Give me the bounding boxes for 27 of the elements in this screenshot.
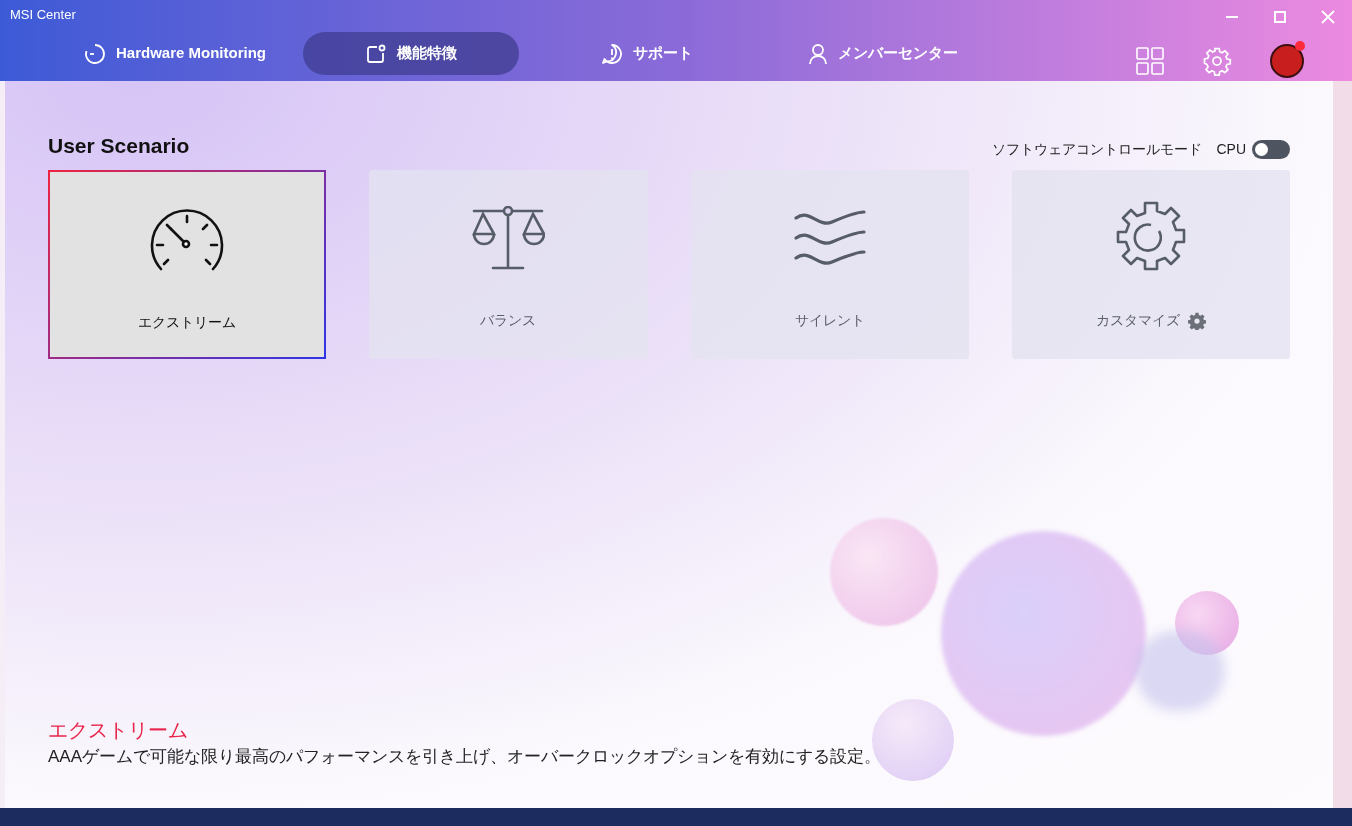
speedometer-icon [150,208,225,272]
maximize-icon [1274,11,1286,23]
gauge-icon [84,42,106,65]
description-text: AAAゲームで可能な限り最高のパフォーマンスを引き上げ、オーバークロックオプションを有効にする設定。 [48,746,883,768]
settings-icon[interactable] [1187,311,1206,330]
balance-scale-icon [471,206,546,270]
description-title: エクストリーム [48,718,189,743]
nav-tab[interactable]: サポート [539,32,755,75]
mode-label: ソフトウェアコントロールモード [992,139,1203,159]
nav-tab[interactable]: Hardware Monitoring [67,32,283,75]
section-title: User Scenario [48,133,190,160]
waves-icon [792,210,867,266]
nav-tab[interactable]: メンバーセンター [775,32,991,75]
nav-tab[interactable]: 機能特徴 [303,32,519,75]
scenario-card[interactable]: カスタマイズ [1011,170,1290,359]
scenario-card[interactable]: バランス [369,170,648,359]
window-title: MSI Center [10,6,76,24]
window-dot-icon [365,42,387,65]
close-icon [1321,10,1335,24]
settings-icon[interactable] [1202,46,1232,76]
scenario-card[interactable]: サイレント [690,170,969,359]
avatar[interactable] [1270,44,1304,78]
scenario-card[interactable]: エクストリーム [48,170,327,359]
toggle-label: CPU [1216,139,1246,159]
apps-grid-icon[interactable] [1136,47,1164,75]
cpu-toggle[interactable] [1252,139,1290,159]
user-icon [808,42,828,65]
